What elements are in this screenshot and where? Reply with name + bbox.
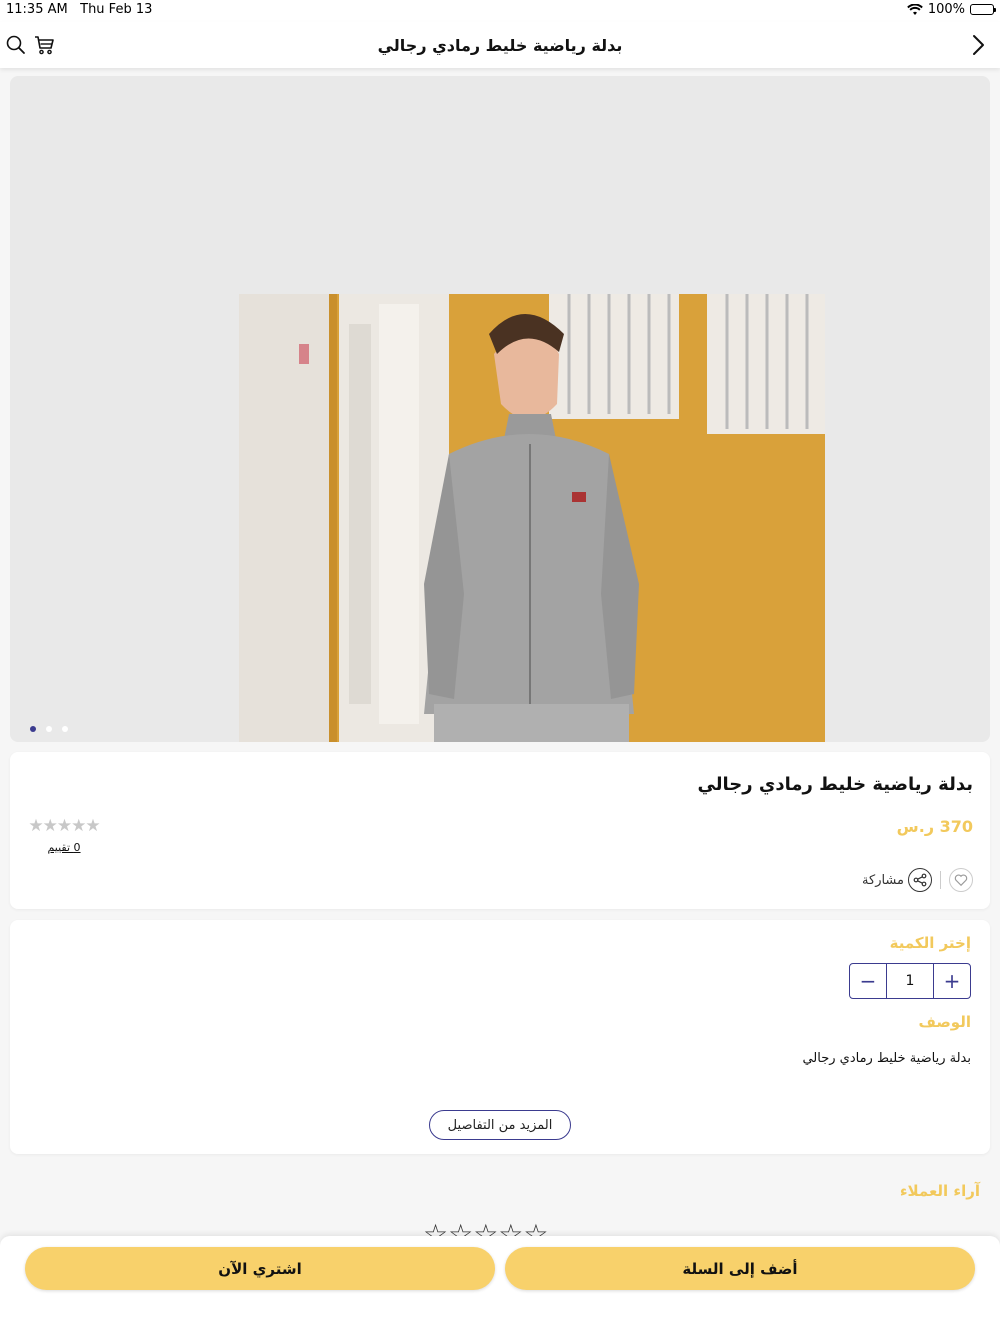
bottom-action-bar: اشتري الآن أضف إلى السلة xyxy=(0,1236,1000,1334)
status-clock: 11:35 AM xyxy=(6,2,68,17)
status-date: Thu Feb 13 xyxy=(80,2,153,17)
wifi-icon xyxy=(907,3,923,15)
quantity-label: إختر الكمية xyxy=(889,934,971,952)
favorite-button[interactable] xyxy=(949,868,973,892)
increment-button[interactable]: + xyxy=(934,964,970,998)
add-to-cart-button[interactable]: أضف إلى السلة xyxy=(505,1247,975,1290)
divider xyxy=(940,871,941,889)
rating-count-link[interactable]: 0 تقييم xyxy=(47,841,80,854)
buy-now-button[interactable]: اشتري الآن xyxy=(25,1247,495,1290)
description-label: الوصف xyxy=(918,1013,971,1031)
carousel-dots xyxy=(30,726,68,732)
battery-icon xyxy=(970,4,996,15)
share-icon xyxy=(908,868,932,892)
product-details-card: إختر الكمية − 1 + الوصف بدلة رياضية خليط… xyxy=(10,920,990,1154)
description-text: بدلة رياضية خليط رمادي رجالي xyxy=(802,1051,971,1066)
page-title: بدلة رياضية خليط رمادي رجالي xyxy=(377,36,623,55)
heart-icon xyxy=(954,874,968,887)
battery-percent: 100% xyxy=(927,2,965,17)
product-price: 370 ر.س xyxy=(896,817,973,836)
product-image-carousel[interactable] xyxy=(10,76,990,742)
carousel-dot[interactable] xyxy=(46,726,52,732)
share-label: مشاركة xyxy=(862,872,904,888)
product-title: بدلة رياضية خليط رمادي رجالي xyxy=(697,774,973,795)
decrement-button[interactable]: − xyxy=(850,964,886,998)
product-photo xyxy=(239,294,825,742)
share-button[interactable]: مشاركة xyxy=(862,868,932,892)
reviews-title: آراء العملاء xyxy=(899,1182,980,1200)
carousel-dot[interactable] xyxy=(30,726,36,732)
nav-bar: بدلة رياضية خليط رمادي رجالي xyxy=(0,22,1000,68)
quantity-stepper: − 1 + xyxy=(849,963,971,999)
status-time: 11:35 AM Thu Feb 13 xyxy=(6,2,152,17)
chevron-right-icon[interactable] xyxy=(966,32,990,58)
carousel-dot[interactable] xyxy=(62,726,68,732)
quantity-value[interactable]: 1 xyxy=(886,964,934,998)
product-info-card: بدلة رياضية خليط رمادي رجالي ★★★★★ 0 تقي… xyxy=(10,752,990,909)
rating-stars: ★★★★★ xyxy=(28,816,100,836)
status-right: 100% xyxy=(907,2,996,17)
product-photo-illustration xyxy=(239,294,825,742)
rating-summary: ★★★★★ 0 تقييم xyxy=(23,816,105,855)
more-details-button[interactable]: المزيد من التفاصيل xyxy=(429,1110,571,1140)
status-bar: 11:35 AM Thu Feb 13 100% xyxy=(0,0,1000,22)
product-actions: مشاركة xyxy=(862,868,973,892)
